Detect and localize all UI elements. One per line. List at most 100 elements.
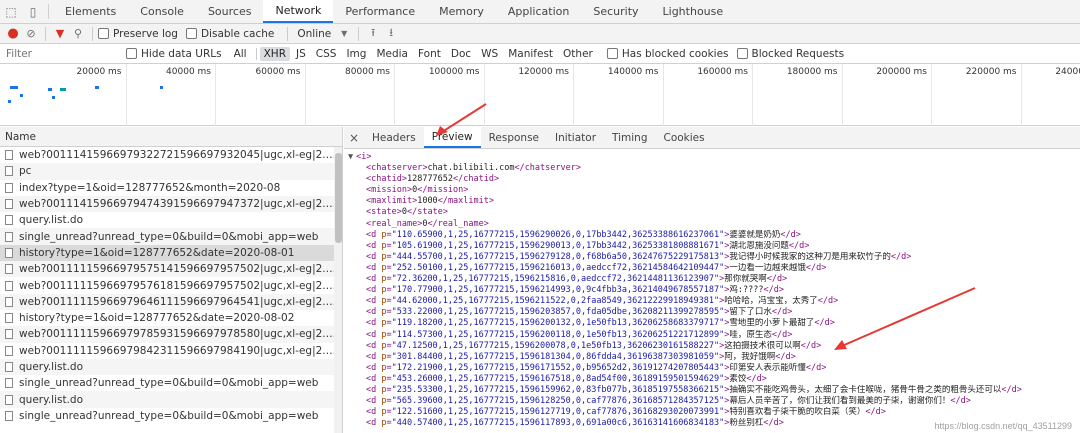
document-icon <box>5 247 13 258</box>
request-row[interactable]: history?type=1&oid=128777652&date=2020-0… <box>0 310 342 326</box>
danmaku-line: <d p="105.61900,1,25,16777215,1596290013… <box>366 240 810 251</box>
request-row[interactable]: web?00111115966979785931596697978580|ugc… <box>0 326 342 343</box>
request-name: web?00111115966979646111596697964541|ugc… <box>19 295 342 308</box>
danmaku-text: 一边看一边越来越饿 <box>729 262 806 273</box>
request-row[interactable]: web?00111115966979842311596697984190|ugc… <box>0 343 342 359</box>
has-blocked-cookies-checkbox[interactable]: Has blocked cookies <box>606 47 729 60</box>
detail-tab-initiator[interactable]: Initiator <box>547 127 604 148</box>
detail-tab-preview[interactable]: Preview <box>423 127 481 148</box>
name-column-header[interactable]: Name <box>0 127 342 147</box>
device-toolbar-icon[interactable]: ▯ <box>22 0 44 23</box>
filter-type-font[interactable]: Font <box>414 47 445 61</box>
request-row[interactable]: query.list.do <box>0 358 342 376</box>
timeline-tick-label: 140000 ms <box>607 67 659 77</box>
panel-tabs: Elements Console Sources Network Performance… <box>53 0 735 23</box>
filter-type-js[interactable]: JS <box>292 47 310 61</box>
inspect-element-icon[interactable]: ⬚ <box>0 0 22 23</box>
danmaku-text: 哈哈哈，冯宝宝，太秀了 <box>724 296 818 307</box>
throttling-select[interactable]: Online <box>297 28 331 40</box>
filter-type-css[interactable]: CSS <box>312 47 341 61</box>
request-name: query.list.do <box>19 393 83 406</box>
filter-input[interactable] <box>6 45 116 62</box>
request-row[interactable]: web?00111115966979575141596697957502|ugc… <box>0 261 342 278</box>
request-row[interactable]: single_unread?unread_type=0&build=0&mobi… <box>0 228 342 245</box>
filter-type-doc[interactable]: Doc <box>447 47 475 61</box>
expand-triangle-icon[interactable]: ▼ <box>348 152 353 162</box>
tab-network[interactable]: Network <box>263 0 334 23</box>
danmaku-text: 幕后人员辛苦了，你们让我们看到最美的子柒，谢谢你们！ <box>729 396 951 407</box>
clear-icon[interactable]: ⊘ <box>22 25 40 43</box>
hide-data-urls-checkbox[interactable]: Hide data URLs <box>126 48 222 60</box>
chevron-down-icon[interactable]: ▼ <box>335 25 353 43</box>
filter-type-media[interactable]: Media <box>372 47 412 61</box>
checkbox-box[interactable] <box>126 48 137 59</box>
resource-type-filters: All XHR JS CSS Img Media Font Doc WS Manifest Othe… <box>230 46 599 61</box>
danmaku-attr: 235.53300,1,25,16777215,1596159962,0,83f… <box>396 384 720 395</box>
checkbox-box[interactable] <box>98 28 109 39</box>
checkbox-box[interactable] <box>185 28 197 39</box>
preserve-log-checkbox[interactable]: Preserve log <box>98 28 178 40</box>
tab-sources[interactable]: Sources <box>196 0 264 23</box>
request-row[interactable]: query.list.do <box>0 391 342 408</box>
xml-root-node[interactable]: ▼ <i> <box>344 152 1080 163</box>
timeline-tick-label: 40000 ms <box>166 67 211 77</box>
detail-tab-cookies[interactable]: Cookies <box>656 127 713 148</box>
request-name: index?type=1&oid=128777652&month=2020-08 <box>19 181 281 194</box>
tab-memory[interactable]: Memory <box>427 0 496 23</box>
filter-icon[interactable]: ▼ <box>51 25 69 43</box>
request-row[interactable]: query.list.do <box>0 212 342 228</box>
request-name: web?00111115966979576181596697957502|ugc… <box>19 279 342 292</box>
filter-type-manifest[interactable]: Manifest <box>504 47 557 61</box>
filter-type-img[interactable]: Img <box>342 47 370 61</box>
checkbox-box[interactable] <box>606 48 618 59</box>
tab-console[interactable]: Console <box>128 0 196 23</box>
timeline-request-bar <box>60 88 66 91</box>
request-row[interactable]: single_unread?unread_type=0&build=0&mobi… <box>0 408 342 424</box>
filter-type-xhr[interactable]: XHR <box>259 46 290 61</box>
detail-tab-list: Headers Preview Response Initiator Timing Coo… <box>364 127 713 148</box>
danmaku-attr: 565.39600,1,25,16777215,1596128250,0,caf… <box>396 396 720 407</box>
request-row[interactable]: web?00111115966979576181596697957502|ugc… <box>0 277 342 293</box>
tab-elements[interactable]: Elements <box>53 0 128 23</box>
export-har-icon[interactable]: ⭳ <box>382 25 400 43</box>
disable-cache-checkbox[interactable]: Disable cache <box>185 28 274 40</box>
blocked-requests-checkbox[interactable]: Blocked Requests <box>736 48 844 60</box>
timeline-tick-label: 120000 ms <box>518 67 569 77</box>
detail-tab-response[interactable]: Response <box>481 127 547 148</box>
detail-tab-headers[interactable]: Headers <box>364 127 424 148</box>
request-row[interactable]: web?001114159669793227215966979320​45|ug… <box>0 147 342 163</box>
tab-security[interactable]: Security <box>581 0 650 23</box>
request-row[interactable]: web?001114159669794743915966979473​72|ug… <box>0 195 342 213</box>
request-row[interactable]: web?00111115966979646111596697964541|ugc… <box>0 293 342 310</box>
close-icon[interactable]: × <box>344 127 364 148</box>
network-overview-timeline[interactable]: 20000 ms 40000 ms 60000 ms 80000 ms 100000 m… <box>0 64 1080 126</box>
document-icon <box>5 345 13 356</box>
request-row[interactable]: index?type=1&oid=128777652&month=2020-08 <box>0 180 342 196</box>
scrollbar-thumb[interactable] <box>335 153 342 243</box>
checkbox-box[interactable] <box>736 48 748 59</box>
tab-lighthouse[interactable]: Lighthouse <box>651 0 736 23</box>
record-icon[interactable]: ● <box>4 25 22 43</box>
request-list-scrollbar[interactable] <box>334 147 342 433</box>
timeline-gridline <box>125 64 127 126</box>
danmaku-text: 特别喜欢看子柒干脆的吹白菜（笑） <box>729 407 866 418</box>
tab-application[interactable]: Application <box>496 0 581 23</box>
search-icon[interactable]: ⚲ <box>69 25 87 43</box>
filter-type-other[interactable]: Other <box>559 47 597 61</box>
danmaku-line: <d p="110.65900,1,25,16777215,1596290026… <box>366 229 801 240</box>
xml-text: 128777652 <box>406 174 454 185</box>
has-blocked-cookies-label: Has blocked cookies <box>621 47 729 60</box>
request-detail-panel: × Headers Preview Response Initiator Timing C… <box>344 127 1080 433</box>
request-row[interactable]: single_unread?unread_type=0&build=0&mobi… <box>0 375 342 391</box>
request-row[interactable]: history?type=1&oid=128777652&date=2020-0… <box>0 244 342 262</box>
danmaku-line: <d p="44.62000,1,25,16777215,1596211522,… <box>366 296 839 307</box>
request-row[interactable]: pc <box>0 163 342 180</box>
danmaku-text: 留下了口水 <box>729 307 772 318</box>
danmaku-attr: 110.65900,1,25,16777215,1596290026,0,17b… <box>396 229 720 240</box>
filter-type-all[interactable]: All <box>230 47 251 61</box>
detail-tab-timing[interactable]: Timing <box>604 127 655 148</box>
xml-line: <state>0</state> <box>366 207 448 218</box>
import-har-icon[interactable]: ⭱ <box>364 25 382 43</box>
tab-performance[interactable]: Performance <box>333 0 427 23</box>
filter-type-ws[interactable]: WS <box>477 47 502 61</box>
